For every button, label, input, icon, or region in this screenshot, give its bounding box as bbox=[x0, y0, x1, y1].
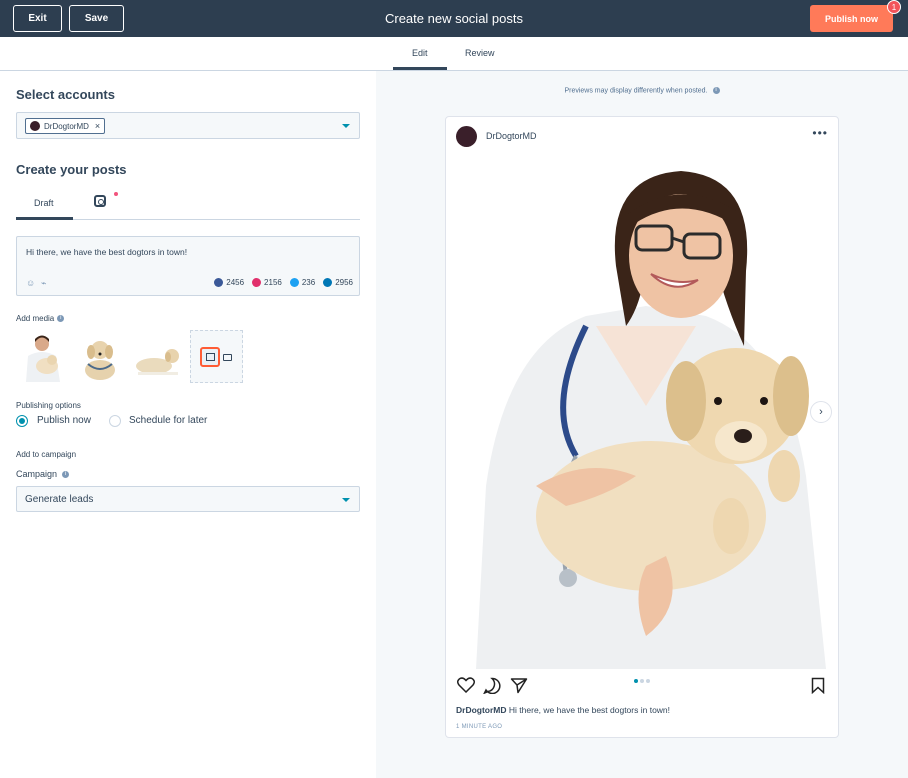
linkedin-count: 2956 bbox=[323, 278, 353, 287]
select-accounts-heading: Select accounts bbox=[16, 87, 115, 102]
publish-count-badge: 1 bbox=[887, 0, 901, 14]
image-icon bbox=[205, 353, 215, 361]
instagram-icon[interactable] bbox=[94, 195, 106, 207]
add-media-label: Add media i bbox=[16, 314, 65, 323]
caption-text: Hi there, we have the best dogtors in to… bbox=[508, 705, 671, 715]
schedule-later-radio[interactable] bbox=[109, 415, 121, 427]
schedule-later-radio-label[interactable]: Schedule for later bbox=[129, 415, 207, 426]
post-composer[interactable]: Hi there, we have the best dogtors in to… bbox=[16, 236, 360, 296]
page-title: Create new social posts bbox=[384, 11, 523, 26]
comment-icon[interactable] bbox=[483, 677, 501, 694]
facebook-icon bbox=[214, 278, 224, 287]
video-icon[interactable] bbox=[223, 354, 232, 361]
info-icon[interactable]: i bbox=[62, 471, 70, 479]
campaign-value: Generate leads bbox=[25, 494, 94, 505]
chevron-right-icon: › bbox=[819, 406, 823, 418]
tab-edit[interactable]: Edit bbox=[412, 48, 428, 58]
account-chip-label: DrDogtorMD bbox=[44, 121, 89, 131]
post-header: DrDogtorMD ••• bbox=[446, 117, 838, 156]
share-icon[interactable] bbox=[510, 677, 528, 694]
info-icon[interactable]: i bbox=[57, 315, 65, 323]
publish-now-radio[interactable] bbox=[16, 415, 28, 427]
preview-panel: Previews may display differently when po… bbox=[376, 71, 908, 778]
preview-note: Previews may display differently when po… bbox=[376, 87, 908, 94]
carousel-dot[interactable] bbox=[640, 679, 644, 683]
post-text[interactable]: Hi there, we have the best dogtors in to… bbox=[26, 247, 187, 257]
character-counts: 2456 2156 236 2956 bbox=[214, 278, 353, 287]
instagram-count: 2156 bbox=[252, 278, 282, 287]
tab-draft[interactable]: Draft bbox=[34, 198, 54, 208]
instagram-icon bbox=[252, 278, 262, 287]
carousel-dots bbox=[634, 679, 650, 683]
top-bar: Exit Save Create new social posts Publis… bbox=[0, 0, 908, 37]
facebook-count: 2456 bbox=[214, 278, 244, 287]
emoji-icon[interactable]: ☺ bbox=[26, 278, 35, 288]
chevron-down-icon[interactable] bbox=[342, 498, 350, 502]
campaign-select[interactable]: Generate leads bbox=[16, 486, 360, 512]
account-avatar bbox=[30, 121, 40, 131]
add-media-box bbox=[190, 330, 243, 383]
publish-now-radio-label[interactable]: Publish now bbox=[37, 415, 91, 426]
remove-account-icon[interactable]: × bbox=[95, 121, 100, 131]
account-chip: DrDogtorMD × bbox=[25, 118, 106, 134]
accounts-select[interactable]: DrDogtorMD × bbox=[16, 112, 360, 139]
tab-review[interactable]: Review bbox=[465, 48, 495, 58]
attachment-icon[interactable]: ⌁ bbox=[41, 278, 46, 289]
more-options-icon[interactable]: ••• bbox=[812, 126, 828, 140]
draft-tab-indicator bbox=[16, 217, 73, 220]
avatar bbox=[456, 126, 477, 147]
bookmark-icon[interactable] bbox=[811, 677, 825, 694]
post-account-name: DrDogtorMD bbox=[486, 131, 537, 141]
instagram-post-preview: DrDogtorMD ••• DrDogtorMD Hi there, we h… bbox=[445, 116, 839, 738]
add-image-button[interactable] bbox=[200, 347, 220, 367]
post-caption: DrDogtorMD Hi there, we have the best do… bbox=[456, 705, 670, 715]
active-tab-indicator bbox=[393, 67, 447, 70]
carousel-dot[interactable] bbox=[634, 679, 638, 683]
publishing-options-label: Publishing options bbox=[16, 401, 81, 410]
caption-username: DrDogtorMD bbox=[456, 705, 507, 715]
add-to-campaign-label: Add to campaign bbox=[16, 450, 77, 459]
linkedin-icon bbox=[323, 278, 333, 287]
publish-now-button[interactable]: Publish now bbox=[810, 5, 893, 32]
post-image-art bbox=[446, 156, 838, 669]
carousel-dot[interactable] bbox=[646, 679, 650, 683]
campaign-field-label: Campaign i bbox=[16, 469, 70, 479]
info-icon[interactable]: i bbox=[712, 87, 720, 94]
media-thumbnail[interactable] bbox=[16, 330, 68, 382]
editor-panel: Select accounts DrDogtorMD × Create your… bbox=[0, 71, 376, 778]
mode-tabs: Edit Review bbox=[0, 37, 908, 71]
notification-dot bbox=[114, 192, 118, 196]
create-posts-heading: Create your posts bbox=[16, 162, 127, 177]
post-timestamp: 1 MINUTE AGO bbox=[456, 724, 503, 730]
media-thumbnail[interactable] bbox=[132, 330, 184, 382]
chevron-down-icon[interactable] bbox=[342, 124, 350, 128]
post-image bbox=[446, 156, 838, 669]
post-tabs: Draft bbox=[16, 189, 360, 220]
media-thumbnail[interactable] bbox=[74, 330, 126, 382]
next-image-button[interactable]: › bbox=[810, 401, 832, 423]
heart-icon[interactable] bbox=[457, 677, 475, 693]
twitter-icon bbox=[289, 278, 299, 287]
twitter-count: 236 bbox=[289, 278, 315, 287]
